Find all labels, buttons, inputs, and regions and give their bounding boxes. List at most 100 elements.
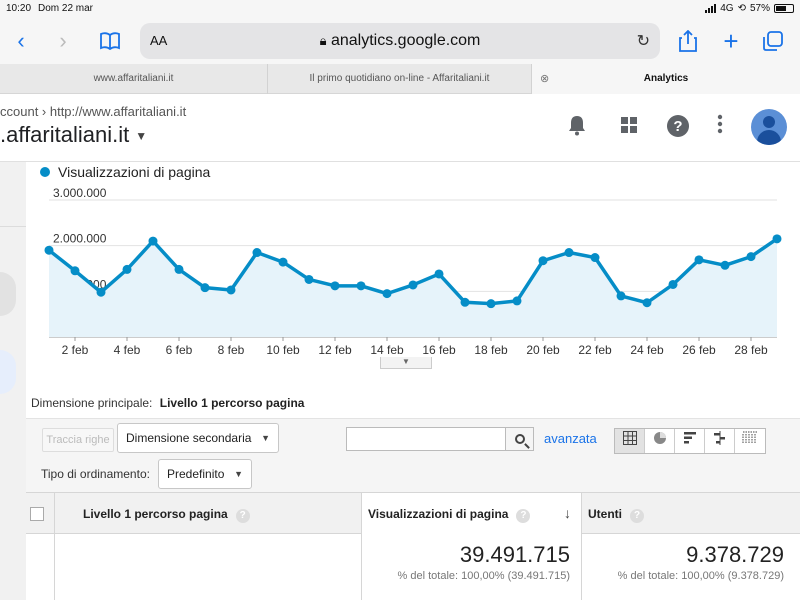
- share-icon[interactable]: [673, 26, 703, 56]
- x-tick-label: 6 feb: [166, 343, 193, 357]
- data-point: [668, 279, 678, 289]
- data-point: [616, 291, 626, 301]
- x-tick-label: 22 feb: [578, 343, 612, 357]
- avatar[interactable]: [751, 109, 787, 145]
- status-date: Dom 22 mar: [38, 3, 94, 14]
- new-tab-icon[interactable]: +: [716, 26, 746, 56]
- battery-percent: 57%: [749, 3, 770, 14]
- data-point: [434, 269, 444, 279]
- data-point: [564, 248, 574, 258]
- reload-icon[interactable]: ↻: [637, 31, 650, 51]
- property-selector[interactable]: .affaritaliani.it ▼: [0, 122, 147, 148]
- chart-legend: Visualizzazioni di pagina: [40, 164, 210, 180]
- data-point: [44, 245, 54, 255]
- column-header-pageviews[interactable]: Visualizzazioni di pagina?: [368, 507, 531, 523]
- data-point: [642, 298, 652, 308]
- sort-desc-icon[interactable]: ↓: [564, 505, 571, 521]
- data-point: [278, 257, 288, 267]
- pageviews-line-chart: 3.000.0002.000.0001.000.0002 feb4 feb6 f…: [44, 186, 782, 357]
- help-icon[interactable]: ?: [664, 114, 692, 142]
- x-tick-label: 2 feb: [62, 343, 89, 357]
- network-label: 4G: [720, 3, 734, 14]
- performance-view-icon[interactable]: [675, 429, 705, 453]
- search-button[interactable]: [506, 427, 534, 451]
- caret-down-icon: ▼: [135, 129, 148, 144]
- pageviews-total-percent: % del totale: 100,00% (39.491.715): [397, 570, 570, 582]
- y-tick-label: 3.000.000: [53, 186, 107, 200]
- data-point: [252, 248, 262, 258]
- pageviews-total: 39.491.715: [459, 542, 570, 567]
- traccia-righe-button[interactable]: Traccia righe: [42, 428, 114, 452]
- caret-down-icon: ▼: [261, 433, 270, 443]
- data-point: [70, 266, 80, 276]
- address-bar[interactable]: AA 🔒︎ analytics.google.com ↻: [140, 23, 660, 59]
- x-tick-label: 28 feb: [734, 343, 768, 357]
- secondary-dimension-dropdown[interactable]: Dimensione secondaria ▼: [117, 423, 279, 453]
- help-icon[interactable]: ?: [630, 509, 644, 523]
- data-point: [694, 255, 704, 265]
- legend-label: Visualizzazioni di pagina: [58, 164, 211, 180]
- pie-view-icon[interactable]: [645, 429, 675, 453]
- primary-dimension-value[interactable]: Livello 1 percorso pagina: [160, 396, 305, 410]
- browser-tabs: www.affaritaliani.it Il primo quotidiano…: [0, 64, 800, 94]
- data-point: [720, 260, 730, 270]
- data-point: [512, 296, 522, 306]
- table-view-icon[interactable]: [615, 429, 645, 453]
- data-point: [356, 281, 366, 291]
- data-point: [304, 274, 314, 284]
- advanced-filter-link[interactable]: avanzata: [544, 431, 597, 446]
- more-vert-icon[interactable]: [706, 114, 734, 142]
- sort-type-value: Predefinito: [167, 467, 225, 481]
- x-tick-label: 12 feb: [318, 343, 352, 357]
- bell-icon[interactable]: [563, 114, 591, 142]
- data-point: [460, 297, 470, 307]
- tab-analytics[interactable]: ⊗ Analytics: [532, 64, 800, 94]
- pivot-view-icon[interactable]: [735, 429, 765, 453]
- sort-type-dropdown[interactable]: Predefinito ▼: [158, 459, 252, 489]
- signal-icon: [705, 4, 717, 13]
- tab-label: Il primo quotidiano on-line - Affaritali…: [309, 73, 490, 84]
- select-all-checkbox[interactable]: [30, 507, 44, 521]
- orientation-lock-icon: ⟲: [737, 3, 746, 14]
- primary-dimension-label: Dimensione principale:: [31, 396, 153, 410]
- users-total: 9.378.729: [686, 542, 784, 567]
- close-tab-icon[interactable]: ⊗: [540, 64, 549, 94]
- breadcrumb[interactable]: ccount › http://www.affaritaliani.it: [0, 104, 186, 119]
- sidebar-item[interactable]: [0, 272, 16, 316]
- apps-grid-icon[interactable]: [615, 114, 643, 142]
- sidebar-item-active[interactable]: [0, 350, 16, 394]
- table-search-input[interactable]: [346, 427, 506, 451]
- x-tick-label: 10 feb: [266, 343, 300, 357]
- data-point: [590, 253, 600, 263]
- svg-text:?: ?: [673, 118, 682, 135]
- left-sidebar-collapsed: [0, 162, 26, 600]
- tab-affaritaliani[interactable]: www.affaritaliani.it: [0, 64, 268, 94]
- x-tick-label: 8 feb: [218, 343, 245, 357]
- column-header-dimension[interactable]: Livello 1 percorso pagina?: [83, 507, 250, 523]
- data-point: [746, 252, 756, 262]
- x-tick-label: 18 feb: [474, 343, 508, 357]
- column-header-users[interactable]: Utenti?: [588, 507, 644, 523]
- sort-type-label: Tipo di ordinamento:: [41, 467, 150, 481]
- forward-icon[interactable]: ›: [48, 26, 78, 56]
- data-point: [148, 236, 158, 246]
- status-time: 10:20: [6, 3, 32, 14]
- x-tick-label: 4 feb: [114, 343, 141, 357]
- comparison-view-icon[interactable]: [705, 429, 735, 453]
- table-controls: Traccia righe Dimensione secondaria ▼ av…: [26, 418, 800, 492]
- lock-icon: 🔒︎: [319, 33, 327, 48]
- chart-expand-handle[interactable]: ▼: [380, 357, 432, 369]
- data-table: Livello 1 percorso pagina? Visualizzazio…: [26, 492, 800, 600]
- tab-label: Analytics: [643, 73, 689, 84]
- view-switcher: [614, 428, 766, 454]
- primary-dimension-row: Dimensione principale: Livello 1 percors…: [26, 394, 800, 418]
- y-tick-label: 2.000.000: [53, 232, 107, 246]
- tab-label: www.affaritaliani.it: [93, 73, 174, 84]
- back-icon[interactable]: ‹: [6, 26, 36, 56]
- tabs-overview-icon[interactable]: [758, 26, 788, 56]
- help-icon[interactable]: ?: [235, 509, 250, 523]
- help-icon[interactable]: ?: [516, 509, 531, 523]
- bookmarks-icon[interactable]: [95, 26, 125, 56]
- tab-quotidiano[interactable]: Il primo quotidiano on-line - Affaritali…: [268, 64, 532, 94]
- data-point: [486, 299, 496, 309]
